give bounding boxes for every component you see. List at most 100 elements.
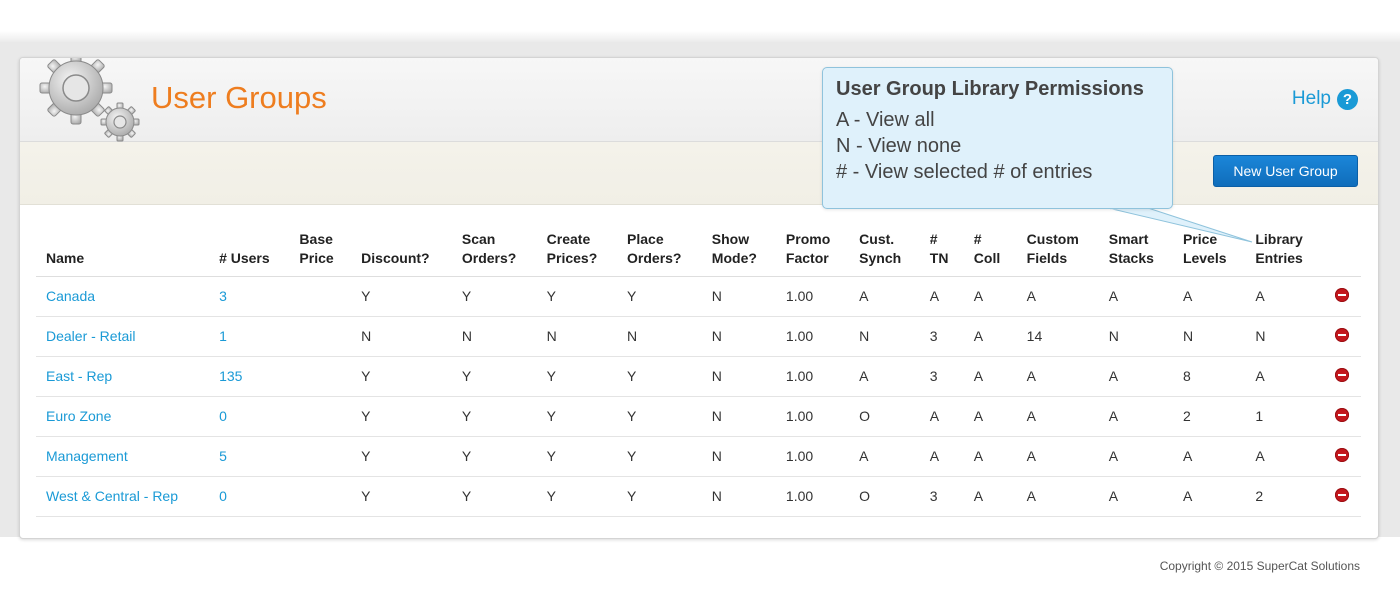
column-header-line2: Name (46, 249, 85, 266)
column-header-line1: Base (299, 230, 333, 247)
column-header: Base Price (289, 226, 352, 277)
delete-icon[interactable] (1334, 447, 1349, 462)
table-cell: 1.00 (775, 356, 850, 397)
table-cell: Y (617, 436, 702, 477)
page-title: User Groups (151, 80, 327, 115)
table-cell: A (1098, 396, 1173, 437)
table-row: Euro Zone 0 Y Y Y Y N 1.00 O A A A A 2 1 (36, 396, 1361, 437)
table-cell: A (963, 436, 1017, 477)
column-header: Promo Factor (775, 226, 850, 277)
column-header: Price Levels (1172, 226, 1246, 277)
table-cell: Y (617, 356, 702, 397)
table-cell: N (1172, 316, 1246, 357)
column-header-line1: Create (546, 230, 591, 247)
delete-icon[interactable] (1334, 487, 1349, 502)
group-name-link[interactable]: Euro Zone (36, 396, 210, 437)
column-header-line2: Prices? (546, 249, 598, 266)
help-label[interactable]: Help (1292, 88, 1331, 110)
column-header-line2: Entries (1255, 249, 1303, 266)
table-cell (289, 396, 352, 437)
table-cell: 1.00 (775, 396, 850, 437)
delete-icon[interactable] (1334, 287, 1349, 302)
column-header-line2: Orders? (461, 249, 517, 266)
column-header-line2: Stacks (1108, 249, 1154, 266)
delete-icon[interactable] (1334, 407, 1349, 422)
column-header-line1: Cust. (859, 230, 895, 247)
group-name-link[interactable]: Canada (36, 276, 210, 317)
table-cell: Y (451, 476, 537, 517)
user-count-link[interactable]: 135 (209, 356, 290, 397)
copyright-text: Copyright © 2015 SuperCat Solutions (1159, 559, 1360, 573)
table-cell: 3 (919, 476, 964, 517)
column-header: Smart Stacks (1098, 226, 1173, 277)
column-header-line1: Custom (1026, 230, 1079, 247)
tooltip-line: A - View all (836, 109, 935, 131)
new-user-group-button[interactable]: New User Group (1213, 155, 1358, 187)
user-count-link[interactable]: 0 (209, 476, 290, 517)
column-header: Library Entries (1245, 226, 1323, 277)
panel-header: User Groups Help ? (20, 58, 1378, 142)
delete-icon[interactable] (1334, 327, 1349, 342)
table-cell: 1.00 (775, 316, 850, 357)
user-count-link[interactable]: 5 (209, 436, 290, 477)
table-cell: A (963, 316, 1017, 357)
table-cell: A (919, 436, 964, 477)
user-groups-panel: User Groups Help ? New User Group Name # … (19, 57, 1379, 539)
group-name-link[interactable]: Management (36, 436, 210, 477)
table-cell: A (1245, 276, 1323, 317)
table-cell: A (1172, 476, 1246, 517)
delete-cell (1322, 276, 1361, 317)
table-cell: A (1098, 436, 1173, 477)
tooltip-title: User Group Library Permissions (836, 78, 1144, 100)
table-row: Canada 3 Y Y Y Y N 1.00 A A A A A A A (36, 276, 1361, 317)
table-cell: A (1172, 436, 1246, 477)
column-header-line2: TN (929, 249, 949, 266)
permissions-tooltip: User Group Library Permissions A - View … (822, 67, 1173, 209)
column-header: # Users (209, 226, 290, 277)
table-cell (289, 436, 352, 477)
column-header: Custom Fields (1016, 226, 1099, 277)
help-link[interactable]: Help ? (1292, 88, 1358, 110)
column-header (1322, 226, 1361, 277)
table-cell: Y (617, 396, 702, 437)
delete-cell (1322, 476, 1361, 517)
column-header-line2: Discount? (361, 249, 430, 266)
help-circle-icon[interactable]: ? (1337, 88, 1358, 110)
user-count-link[interactable]: 0 (209, 396, 290, 437)
group-name-link[interactable]: East - Rep (36, 356, 210, 397)
table-cell (289, 356, 352, 397)
table-cell: A (919, 396, 964, 437)
column-header-line1: Scan (461, 230, 496, 247)
table-cell: Y (451, 396, 537, 437)
column-header: Name (36, 226, 210, 277)
group-name-link[interactable]: West & Central - Rep (36, 476, 210, 517)
table-cell: 2 (1172, 396, 1246, 437)
user-count-link[interactable]: 3 (209, 276, 290, 317)
table-cell: N (701, 356, 776, 397)
table-cell: Y (351, 476, 452, 517)
table-cell: Y (536, 276, 618, 317)
table-cell: Y (617, 476, 702, 517)
table-cell: A (849, 356, 920, 397)
user-count-link[interactable]: 1 (209, 316, 290, 357)
delete-icon[interactable] (1334, 367, 1349, 382)
table-cell: N (1098, 316, 1173, 357)
table-cell: Y (536, 476, 618, 517)
table-cell: A (849, 276, 920, 317)
table-row: West & Central - Rep 0 Y Y Y Y N 1.00 O 3 A A A A 2 (36, 476, 1361, 517)
table-cell: N (701, 276, 776, 317)
table-cell: N (849, 316, 920, 357)
column-header-line1: Smart (1108, 230, 1149, 247)
table-cell: A (919, 276, 964, 317)
table-cell: N (701, 316, 776, 357)
column-header: Cust. Synch (849, 226, 920, 277)
table-cell: A (963, 396, 1017, 437)
column-header: Scan Orders? (451, 226, 537, 277)
table-cell (289, 276, 352, 317)
table-cell: N (701, 476, 776, 517)
group-name-link[interactable]: Dealer - Retail (36, 316, 210, 357)
table-row: Dealer - Retail 1 N N N N N 1.00 N 3 A 14 N N N (36, 316, 1361, 357)
table-cell: Y (351, 356, 452, 397)
table-cell: A (1016, 436, 1099, 477)
table-cell (289, 476, 352, 517)
